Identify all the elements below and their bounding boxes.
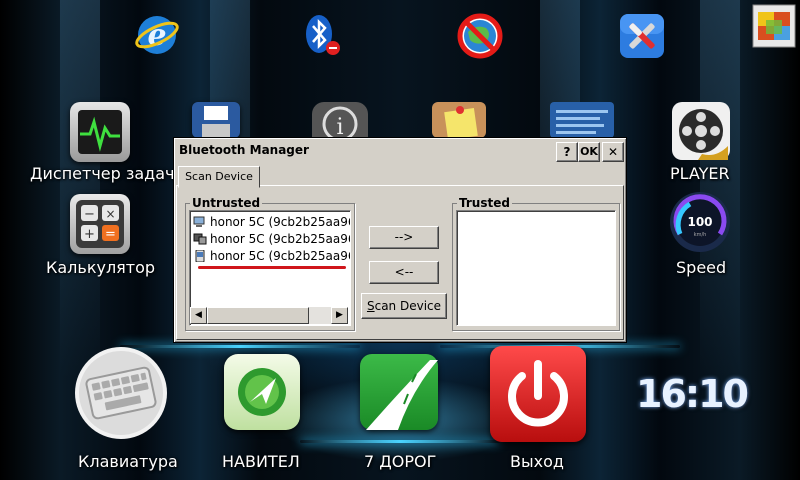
scroll-right-arrow-icon[interactable]: ▶: [331, 307, 348, 324]
save-icon[interactable]: [192, 102, 240, 138]
speedometer-icon[interactable]: 100 km/h: [668, 190, 732, 256]
info-icon[interactable]: i: [312, 102, 368, 142]
tab-bar: Scan Device: [176, 164, 624, 188]
list-item[interactable]: honor 5C (9cb2b25aa96c: [193, 248, 351, 264]
move-to-untrusted-button[interactable]: <--: [369, 261, 439, 284]
svg-text:=: =: [105, 227, 116, 242]
speed-label: Speed: [676, 258, 727, 277]
horizontal-scrollbar[interactable]: ◀ ▶: [190, 307, 348, 324]
device-phone-icon: [195, 250, 205, 262]
glow-line: [300, 440, 500, 443]
scrollbar-thumb[interactable]: [207, 307, 309, 324]
exit-label: Выход: [510, 452, 564, 471]
speed-value: 100: [687, 215, 712, 229]
device-computer-icon: [193, 216, 205, 227]
power-exit-icon[interactable]: [490, 346, 586, 442]
device-name: honor 5C (9cb2b25aa96c: [210, 215, 351, 229]
calculator-icon[interactable]: − × + =: [70, 194, 130, 254]
keyboard-label: Клавиатура: [78, 452, 178, 471]
untrusted-group: Untrusted honor 5C (9cb2b25aa96c honor 5…: [185, 196, 355, 331]
player-label: PLAYER: [670, 164, 730, 183]
bluetooth-icon[interactable]: [302, 12, 342, 58]
untrusted-device-list[interactable]: honor 5C (9cb2b25aa96c honor 5C (9cb2b25…: [189, 210, 351, 326]
clock: 16:10: [636, 372, 749, 416]
scroll-left-arrow-icon[interactable]: ◀: [190, 307, 207, 324]
move-to-trusted-button[interactable]: -->: [369, 226, 439, 249]
list-item[interactable]: honor 5C (9cb2b25aa96c: [193, 214, 351, 230]
device-name: honor 5C (9cb2b25aa96c: [210, 232, 351, 246]
device-name: honor 5C (9cb2b25aa96c: [210, 249, 351, 263]
svg-text:km/h: km/h: [694, 232, 707, 238]
tab-panel: Untrusted honor 5C (9cb2b25aa96c honor 5…: [176, 185, 624, 340]
help-button[interactable]: ?: [556, 142, 578, 162]
trusted-label: Trusted: [457, 196, 512, 210]
notes-icon[interactable]: [432, 102, 486, 140]
dialog-title: Bluetooth Manager: [179, 143, 309, 157]
keyboard-icon[interactable]: [74, 346, 168, 440]
svg-text:×: ×: [105, 207, 115, 221]
settings-tools-icon[interactable]: [618, 12, 666, 60]
background-beam: [60, 0, 100, 380]
task-manager-label: Диспетчер задач: [30, 164, 175, 183]
navitel-icon[interactable]: [224, 354, 300, 430]
no-internet-icon[interactable]: [456, 12, 504, 60]
trusted-device-list[interactable]: [456, 210, 616, 326]
tab-scan-device[interactable]: Scan Device: [178, 166, 260, 188]
highlight-underline: [198, 266, 346, 269]
scan-button-label: can Device: [374, 299, 442, 313]
device-computer-icon: [193, 233, 207, 245]
task-manager-icon[interactable]: [70, 102, 130, 162]
bluetooth-manager-dialog: Bluetooth Manager ? OK ✕ Scan Device Unt…: [173, 137, 627, 343]
svg-text:+: +: [84, 227, 95, 242]
seven-roads-icon[interactable]: [360, 354, 438, 430]
internet-explorer-icon[interactable]: e: [134, 12, 180, 58]
svg-text:i: i: [336, 115, 343, 138]
trusted-group: Trusted: [452, 196, 620, 331]
dialog-titlebar[interactable]: Bluetooth Manager ? OK ✕: [176, 140, 624, 162]
calculator-label: Калькулятор: [46, 258, 156, 277]
player-film-reel-icon[interactable]: [672, 102, 730, 160]
registry-editor-icon[interactable]: [550, 102, 614, 138]
svg-text:−: −: [84, 207, 95, 222]
close-button[interactable]: ✕: [602, 142, 624, 162]
scan-accelerator: S: [366, 299, 375, 313]
ok-button[interactable]: OK: [578, 142, 600, 162]
wallpaper-icon[interactable]: [752, 4, 796, 48]
scan-device-button[interactable]: Scan Device: [361, 293, 447, 319]
untrusted-label: Untrusted: [190, 196, 263, 210]
navitel-label: НАВИТЕЛ: [222, 452, 300, 471]
seven-roads-label: 7 ДОРОГ: [364, 452, 437, 471]
list-item[interactable]: honor 5C (9cb2b25aa96c: [193, 231, 351, 247]
